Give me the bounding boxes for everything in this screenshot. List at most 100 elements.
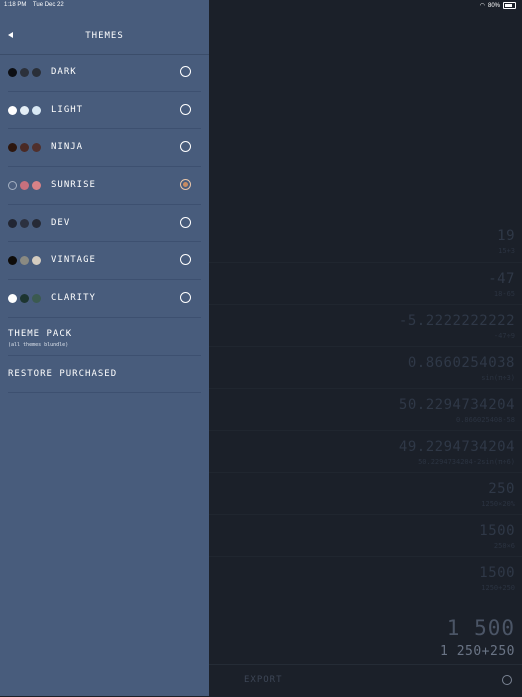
history-result: 1500 <box>479 523 515 539</box>
status-bar: 1:18 PM Tue Dec 22 ◠ 80% <box>0 0 522 12</box>
history-row[interactable]: 1500 250×6 <box>209 514 522 556</box>
history-result: 1500 <box>479 565 515 581</box>
theme-row-clarity[interactable]: CLARITY <box>8 280 201 318</box>
color-swatch <box>8 181 17 191</box>
history-expression: sin(π÷3) <box>481 374 515 382</box>
theme-swatches <box>8 143 41 153</box>
theme-radio-button[interactable] <box>180 179 191 191</box>
main-display: 1 500 1 250+250 <box>440 616 515 659</box>
theme-label: NINJA <box>51 142 84 153</box>
color-swatch <box>32 256 41 266</box>
theme-swatches <box>8 294 41 304</box>
main-result: 1 500 <box>446 616 515 640</box>
theme-label: SUNRISE <box>51 180 96 191</box>
color-swatch <box>32 143 41 153</box>
theme-label: DARK <box>51 67 77 77</box>
history-row[interactable]: 50.2294734204 0.866025408-58 <box>209 388 522 430</box>
color-swatch <box>20 218 29 228</box>
restore-purchased-button[interactable]: RESTORE PURCHASED <box>8 356 201 394</box>
theme-list: DARK LIGHT NINJA SUNRISE DEV VINTAGE CLARITY TH… <box>0 54 209 394</box>
history-result: 49.2294734204 <box>398 439 515 455</box>
color-swatch <box>32 68 41 77</box>
history-result: -47 <box>488 271 515 287</box>
theme-radio-button[interactable] <box>180 254 191 266</box>
theme-pack-label: THEME PACK <box>8 328 73 339</box>
history-list: 19 15+3 -47 18-65 -5.2222222222 -47÷9 0.866025… <box>209 220 522 598</box>
color-swatch <box>20 105 29 115</box>
status-time: 1:18 PM <box>4 2 27 8</box>
history-row[interactable]: 250 1250×20% <box>209 472 522 514</box>
history-expression: 250×6 <box>493 542 515 550</box>
history-expression: 50.2294734204-2sin(π÷6) <box>418 458 515 466</box>
color-swatch <box>8 143 17 153</box>
history-result: 250 <box>488 481 515 497</box>
status-right: ◠ 80% <box>480 2 516 9</box>
wifi-icon: ◠ <box>479 3 485 9</box>
theme-row-sunrise[interactable]: SUNRISE <box>8 167 201 205</box>
history-row[interactable]: 19 15+3 <box>209 220 522 262</box>
history-expression: 0.866025408-58 <box>455 416 515 424</box>
color-swatch <box>32 105 41 115</box>
history-result: 50.2294734204 <box>398 397 515 413</box>
history-result: 0.8660254038 <box>407 355 515 371</box>
sidebar-header: THEMES <box>0 12 209 55</box>
theme-swatches <box>8 68 41 77</box>
color-swatch <box>20 181 29 191</box>
color-swatch <box>8 105 17 115</box>
color-swatch <box>8 218 17 228</box>
history-expression: 1250×20% <box>481 500 515 508</box>
color-swatch <box>32 181 41 191</box>
color-swatch <box>8 68 17 77</box>
theme-row-dark[interactable]: DARK <box>8 54 201 92</box>
theme-swatches <box>8 218 41 228</box>
color-swatch <box>20 256 29 266</box>
color-swatch <box>20 143 29 153</box>
themes-sidebar: THEMES DARK LIGHT NINJA SUNRISE DEV VINTAGE CL… <box>0 0 209 696</box>
theme-row-vintage[interactable]: VINTAGE <box>8 242 201 281</box>
theme-row-ninja[interactable]: NINJA <box>8 129 201 168</box>
theme-pack-subtitle: (all themes blundle) <box>8 341 69 348</box>
history-expression: 18-65 <box>493 290 515 298</box>
theme-pack-button[interactable]: THEME PACK (all themes blundle) <box>8 318 201 356</box>
theme-label: VINTAGE <box>51 255 96 266</box>
history-row[interactable]: -5.2222222222 -47÷9 <box>209 304 522 346</box>
theme-label: DEV <box>51 217 71 228</box>
calc-footer: EXPORT <box>209 664 522 697</box>
theme-swatches <box>8 105 41 115</box>
theme-radio-button[interactable] <box>180 216 191 228</box>
status-date: Tue Dec 22 <box>32 2 64 8</box>
history-row[interactable]: -47 18-65 <box>209 262 522 304</box>
main-expression: 1 250+250 <box>440 644 515 659</box>
restore-purchased-label: RESTORE PURCHASED <box>8 368 118 379</box>
theme-label: LIGHT <box>51 104 84 115</box>
color-swatch <box>8 294 17 304</box>
theme-label: CLARITY <box>51 293 96 304</box>
history-expression: 1250+250 <box>481 584 515 592</box>
battery-icon <box>503 2 516 9</box>
circle-icon[interactable] <box>502 675 512 685</box>
theme-row-dev[interactable]: DEV <box>8 205 201 243</box>
theme-radio-button[interactable] <box>180 141 191 153</box>
theme-swatches <box>8 256 41 266</box>
calculator-panel: 19 15+3 -47 18-65 -5.2222222222 -47÷9 0.866025… <box>209 0 522 696</box>
history-result: -5.2222222222 <box>398 313 515 329</box>
color-swatch <box>20 294 29 304</box>
battery-percent: 80% <box>487 2 500 9</box>
color-swatch <box>32 218 41 228</box>
theme-swatches <box>8 181 41 191</box>
history-expression: -47÷9 <box>493 332 515 340</box>
theme-row-light[interactable]: LIGHT <box>8 92 201 130</box>
theme-radio-button[interactable] <box>180 103 191 115</box>
color-swatch <box>20 68 29 77</box>
history-row[interactable]: 49.2294734204 50.2294734204-2sin(π÷6) <box>209 430 522 472</box>
color-swatch <box>8 256 17 266</box>
sidebar-title: THEMES <box>85 31 124 41</box>
export-button[interactable]: EXPORT <box>244 675 283 685</box>
status-left: 1:18 PM Tue Dec 22 <box>4 2 69 8</box>
theme-radio-button[interactable] <box>180 292 191 304</box>
history-row[interactable]: 0.8660254038 sin(π÷3) <box>209 346 522 388</box>
theme-radio-button[interactable] <box>180 66 191 77</box>
history-result: 19 <box>497 228 515 244</box>
history-row[interactable]: 1500 1250+250 <box>209 556 522 598</box>
color-swatch <box>32 294 41 304</box>
